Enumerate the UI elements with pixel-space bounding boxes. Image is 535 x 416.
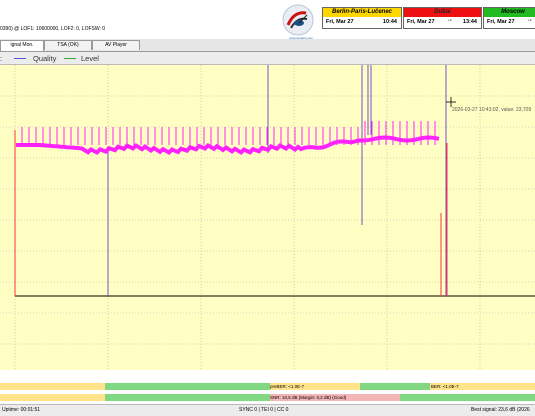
clock-offset: +2 — [528, 18, 532, 22]
clock-name: Dubai — [404, 8, 481, 17]
clock-date: Fri, Mar 27 — [326, 19, 354, 25]
tab-tsa[interactable]: TSA (OK) — [44, 40, 92, 50]
tab-bar: ignal Mon. TSA (OK) AV Player — [0, 39, 535, 52]
uptime-label: Uptime: 00:01:51 — [2, 407, 41, 413]
clock-date: Fri, Mar 27 — [407, 19, 435, 25]
stream-counters: SYNC 0 | TEI 0 | CC 0 — [239, 407, 289, 413]
clock-time: 13:44 — [462, 19, 477, 25]
legend-cut-marker: : — [0, 54, 3, 63]
bar-segment — [0, 394, 105, 401]
ber-label: BER: <1.0E-7 — [431, 384, 459, 389]
bar-segment — [360, 383, 430, 390]
tab-signal-monitor[interactable]: ignal Mon. — [0, 40, 44, 51]
quality-spikes — [107, 65, 447, 296]
snr-bar: SNR: 10,5 dB (Margin: 0,2 dB) (Good) — [0, 394, 535, 401]
signal-trace — [16, 135, 440, 155]
bar-segment — [105, 394, 270, 401]
prebeer-label: preBER: <1.0E-7 — [270, 384, 305, 389]
bar-segment — [0, 383, 105, 390]
level-line-swatch — [64, 58, 76, 59]
quality-line-swatch — [14, 58, 26, 59]
crosshair-cursor-icon — [446, 97, 456, 107]
clock-moscow: Moscow Fri, Mar 27 +2 — [483, 7, 535, 29]
legend-quality: Quality — [33, 54, 57, 63]
clock-name: Moscow — [484, 8, 535, 17]
tab-av-player[interactable]: AV Player — [92, 40, 140, 50]
graph-tooltip: 2026-03-27 10:43:02, value: 23,709 — [452, 107, 532, 113]
clock-berlin: Berlin-Paris-Lučenec Fri, Mar 27 10:44 — [322, 7, 402, 29]
clock-offset: +3 — [448, 18, 452, 22]
clock-name: Berlin-Paris-Lučenec — [323, 8, 401, 17]
snr-label: SNR: 10,5 dB (Margin: 0,2 dB) (Good) — [270, 395, 347, 400]
lnb-info-text: 0390) @ LOF1: 10600000, LOF2: 0, LOFSW: … — [0, 26, 106, 32]
signal-ticks — [21, 121, 436, 145]
prebeer-bar: preBER: <1.0E-7 BER: <1.0E-7 — [0, 383, 535, 390]
graph-legend: : Quality Level — [0, 52, 535, 65]
clock-time: 10:44 — [382, 19, 397, 25]
clock-date: Fri, Mar 27 — [487, 19, 515, 25]
clock-dubai: Dubai Fri, Mar 27 13:44 +3 — [403, 7, 482, 29]
bar-segment — [105, 383, 270, 390]
legend-level: Level — [81, 54, 99, 63]
best-signal-label: Best signal: 23,6 dB (2026 — [471, 407, 530, 413]
status-bar: Uptime: 00:01:51 SYNC 0 | TEI 0 | CC 0 B… — [0, 404, 535, 416]
bar-segment — [400, 394, 535, 401]
